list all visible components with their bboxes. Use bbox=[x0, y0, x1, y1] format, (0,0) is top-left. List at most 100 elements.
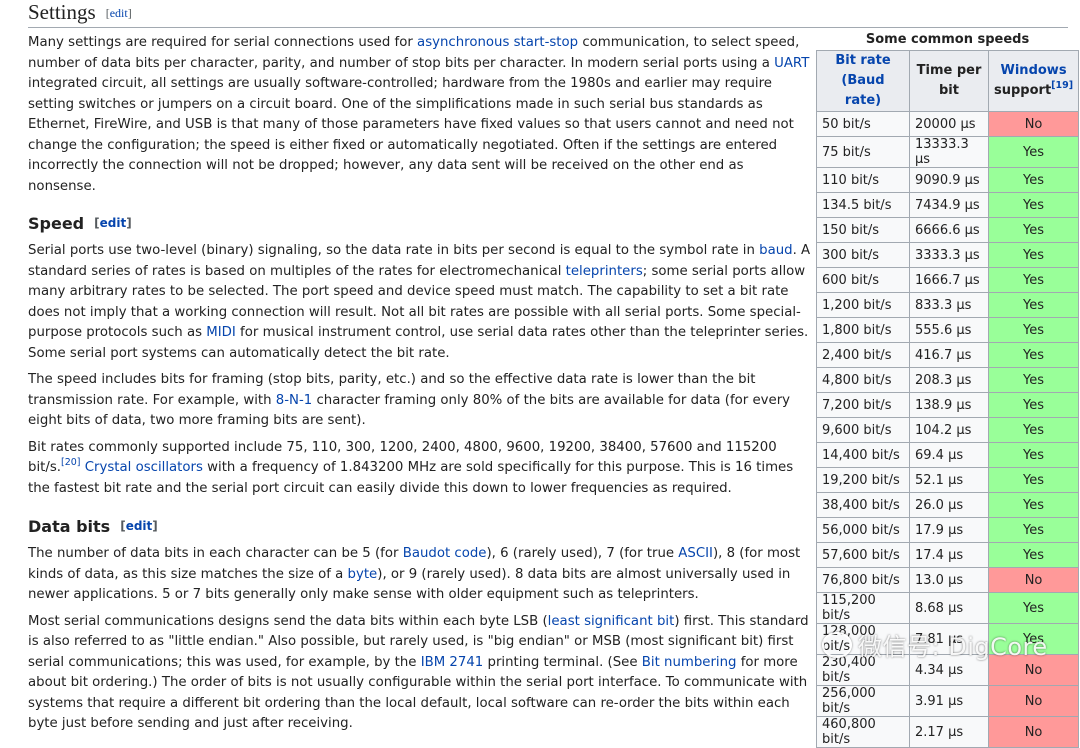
cell-bit-rate: 134.5 bit/s bbox=[816, 192, 910, 218]
cell-time-per-bit: 1666.7 µs bbox=[909, 267, 989, 293]
link-teleprinters[interactable]: teleprinters bbox=[566, 264, 643, 279]
table-row: 1,800 bit/s 555.6 µs Yes bbox=[816, 317, 1080, 343]
text: integrated circuit, all settings are usu… bbox=[28, 76, 794, 194]
data-bits-paragraph-2: Most serial communications designs send … bbox=[28, 612, 813, 735]
cell-time-per-bit: 833.3 µs bbox=[909, 292, 989, 318]
cell-windows-support: Yes bbox=[987, 517, 1080, 543]
link-8-n-1[interactable]: 8-N-1 bbox=[276, 393, 312, 408]
cell-bit-rate: 460,800 bit/s bbox=[816, 716, 910, 748]
speed-paragraph-1: Serial ports use two-level (binary) sign… bbox=[28, 241, 813, 364]
section-heading-settings: Settings [edit] bbox=[28, 0, 1068, 28]
cell-windows-support: No bbox=[987, 567, 1080, 593]
text: printing terminal. (See bbox=[483, 654, 642, 670]
table-row: 460,800 bit/s 2.17 µs No bbox=[816, 716, 1080, 748]
cell-bit-rate: 56,000 bit/s bbox=[816, 517, 910, 543]
cell-bit-rate: 9,600 bit/s bbox=[816, 417, 910, 443]
link-baud[interactable]: baud bbox=[759, 243, 792, 258]
cell-bit-rate: 1,200 bit/s bbox=[816, 292, 910, 318]
link-baudot-code[interactable]: Baudot code bbox=[403, 546, 487, 561]
table-row: 300 bit/s 3333.3 µs Yes bbox=[816, 242, 1080, 268]
cell-time-per-bit: 104.2 µs bbox=[909, 417, 989, 443]
table-row: 115,200 bit/s 8.68 µs Yes bbox=[816, 592, 1080, 624]
cell-time-per-bit: 416.7 µs bbox=[909, 342, 989, 368]
edit-link-speed[interactable]: [edit] bbox=[94, 216, 132, 230]
table-row: 256,000 bit/s 3.91 µs No bbox=[816, 685, 1080, 717]
cell-windows-support: Yes bbox=[987, 192, 1080, 218]
cell-windows-support: No bbox=[987, 685, 1080, 717]
settings-paragraph: Many settings are required for serial co… bbox=[28, 33, 813, 197]
link-ibm-2741[interactable]: IBM 2741 bbox=[421, 655, 484, 670]
link-midi[interactable]: MIDI bbox=[206, 325, 236, 340]
cell-windows-support: Yes bbox=[987, 242, 1080, 268]
reference-20[interactable]: [20] bbox=[61, 457, 81, 468]
table-row: 57,600 bit/s 17.4 µs Yes bbox=[816, 542, 1080, 568]
link-ascii[interactable]: ASCII bbox=[678, 546, 713, 561]
cell-bit-rate: 38,400 bit/s bbox=[816, 492, 910, 518]
table-row: 38,400 bit/s 26.0 µs Yes bbox=[816, 492, 1080, 518]
cell-windows-support: Yes bbox=[987, 492, 1080, 518]
cell-time-per-bit: 3333.3 µs bbox=[909, 242, 989, 268]
wechat-watermark: 微信号: DigCore bbox=[822, 627, 1048, 662]
heading-text: Data bits bbox=[28, 517, 111, 536]
cell-time-per-bit: 2.17 µs bbox=[909, 716, 989, 748]
table-row: 50 bit/s 20000 µs No bbox=[816, 111, 1080, 137]
table-row: 9,600 bit/s 104.2 µs Yes bbox=[816, 417, 1080, 443]
edit-label[interactable]: edit bbox=[110, 6, 128, 20]
cell-time-per-bit: 26.0 µs bbox=[909, 492, 989, 518]
table-row: 150 bit/s 6666.6 µs Yes bbox=[816, 217, 1080, 243]
cell-windows-support: Yes bbox=[987, 342, 1080, 368]
heading-text: Speed bbox=[28, 214, 85, 233]
cell-windows-support: Yes bbox=[987, 592, 1080, 624]
link-asynchronous-start-stop[interactable]: asynchronous start-stop bbox=[417, 35, 578, 50]
cell-time-per-bit: 17.9 µs bbox=[909, 517, 989, 543]
cell-bit-rate: 57,600 bit/s bbox=[816, 542, 910, 568]
cell-windows-support: Yes bbox=[987, 136, 1080, 168]
cell-bit-rate: 115,200 bit/s bbox=[816, 592, 910, 624]
table-row: 14,400 bit/s 69.4 µs Yes bbox=[816, 442, 1080, 468]
cell-bit-rate: 75 bit/s bbox=[816, 136, 910, 168]
link-byte[interactable]: byte bbox=[348, 567, 378, 582]
cell-windows-support: Yes bbox=[987, 467, 1080, 493]
cell-windows-support: Yes bbox=[987, 267, 1080, 293]
edit-link-settings[interactable]: [edit] bbox=[106, 6, 132, 20]
cell-bit-rate: 50 bit/s bbox=[816, 111, 910, 137]
cell-bit-rate: 600 bit/s bbox=[816, 267, 910, 293]
cell-bit-rate: 300 bit/s bbox=[816, 242, 910, 268]
cell-time-per-bit: 52.1 µs bbox=[909, 467, 989, 493]
cell-windows-support: No bbox=[987, 111, 1080, 137]
link-windows[interactable]: Windows bbox=[1001, 63, 1067, 78]
cell-windows-support: No bbox=[987, 716, 1080, 748]
cell-time-per-bit: 138.9 µs bbox=[909, 392, 989, 418]
table-row: 2,400 bit/s 416.7 µs Yes bbox=[816, 342, 1080, 368]
header-text: support bbox=[994, 83, 1052, 98]
link-baud-rate[interactable]: (Baud rate) bbox=[841, 73, 884, 108]
edit-link-data-bits[interactable]: [edit] bbox=[120, 519, 158, 533]
cell-windows-support: Yes bbox=[987, 367, 1080, 393]
column-header-bit-rate: Bit rate (Baud rate) bbox=[816, 50, 910, 112]
edit-label[interactable]: edit bbox=[126, 519, 153, 533]
table-header-row: Bit rate (Baud rate) Time per bit Windows s… bbox=[816, 50, 1080, 112]
table-row: 1,200 bit/s 833.3 µs Yes bbox=[816, 292, 1080, 318]
text: Many settings are required for serial co… bbox=[28, 35, 418, 50]
cell-bit-rate: 256,000 bit/s bbox=[816, 685, 910, 717]
table-caption: Some common speeds bbox=[865, 32, 1030, 47]
table-row: 19,200 bit/s 52.1 µs Yes bbox=[816, 467, 1080, 493]
cell-windows-support: Yes bbox=[987, 417, 1080, 443]
reference-19[interactable]: [19] bbox=[1051, 80, 1073, 91]
table-row: 110 bit/s 9090.9 µs Yes bbox=[816, 167, 1080, 193]
section-heading-data-bits: Data bits [edit] bbox=[28, 515, 813, 538]
link-bit-numbering[interactable]: Bit numbering bbox=[642, 655, 737, 670]
link-crystal-oscillators[interactable]: Crystal oscillators bbox=[85, 460, 203, 475]
cell-windows-support: Yes bbox=[987, 442, 1080, 468]
cell-time-per-bit: 13333.3 µs bbox=[909, 136, 989, 168]
cell-time-per-bit: 20000 µs bbox=[909, 111, 989, 137]
edit-label[interactable]: edit bbox=[100, 216, 127, 230]
cell-bit-rate: 2,400 bit/s bbox=[816, 342, 910, 368]
link-least-significant-bit[interactable]: least significant bit bbox=[548, 614, 675, 629]
cell-time-per-bit: 9090.9 µs bbox=[909, 167, 989, 193]
link-bit-rate[interactable]: Bit rate bbox=[835, 53, 890, 68]
table-row: 4,800 bit/s 208.3 µs Yes bbox=[816, 367, 1080, 393]
cell-bit-rate: 150 bit/s bbox=[816, 217, 910, 243]
link-uart[interactable]: UART bbox=[774, 56, 809, 71]
cell-windows-support: Yes bbox=[987, 217, 1080, 243]
